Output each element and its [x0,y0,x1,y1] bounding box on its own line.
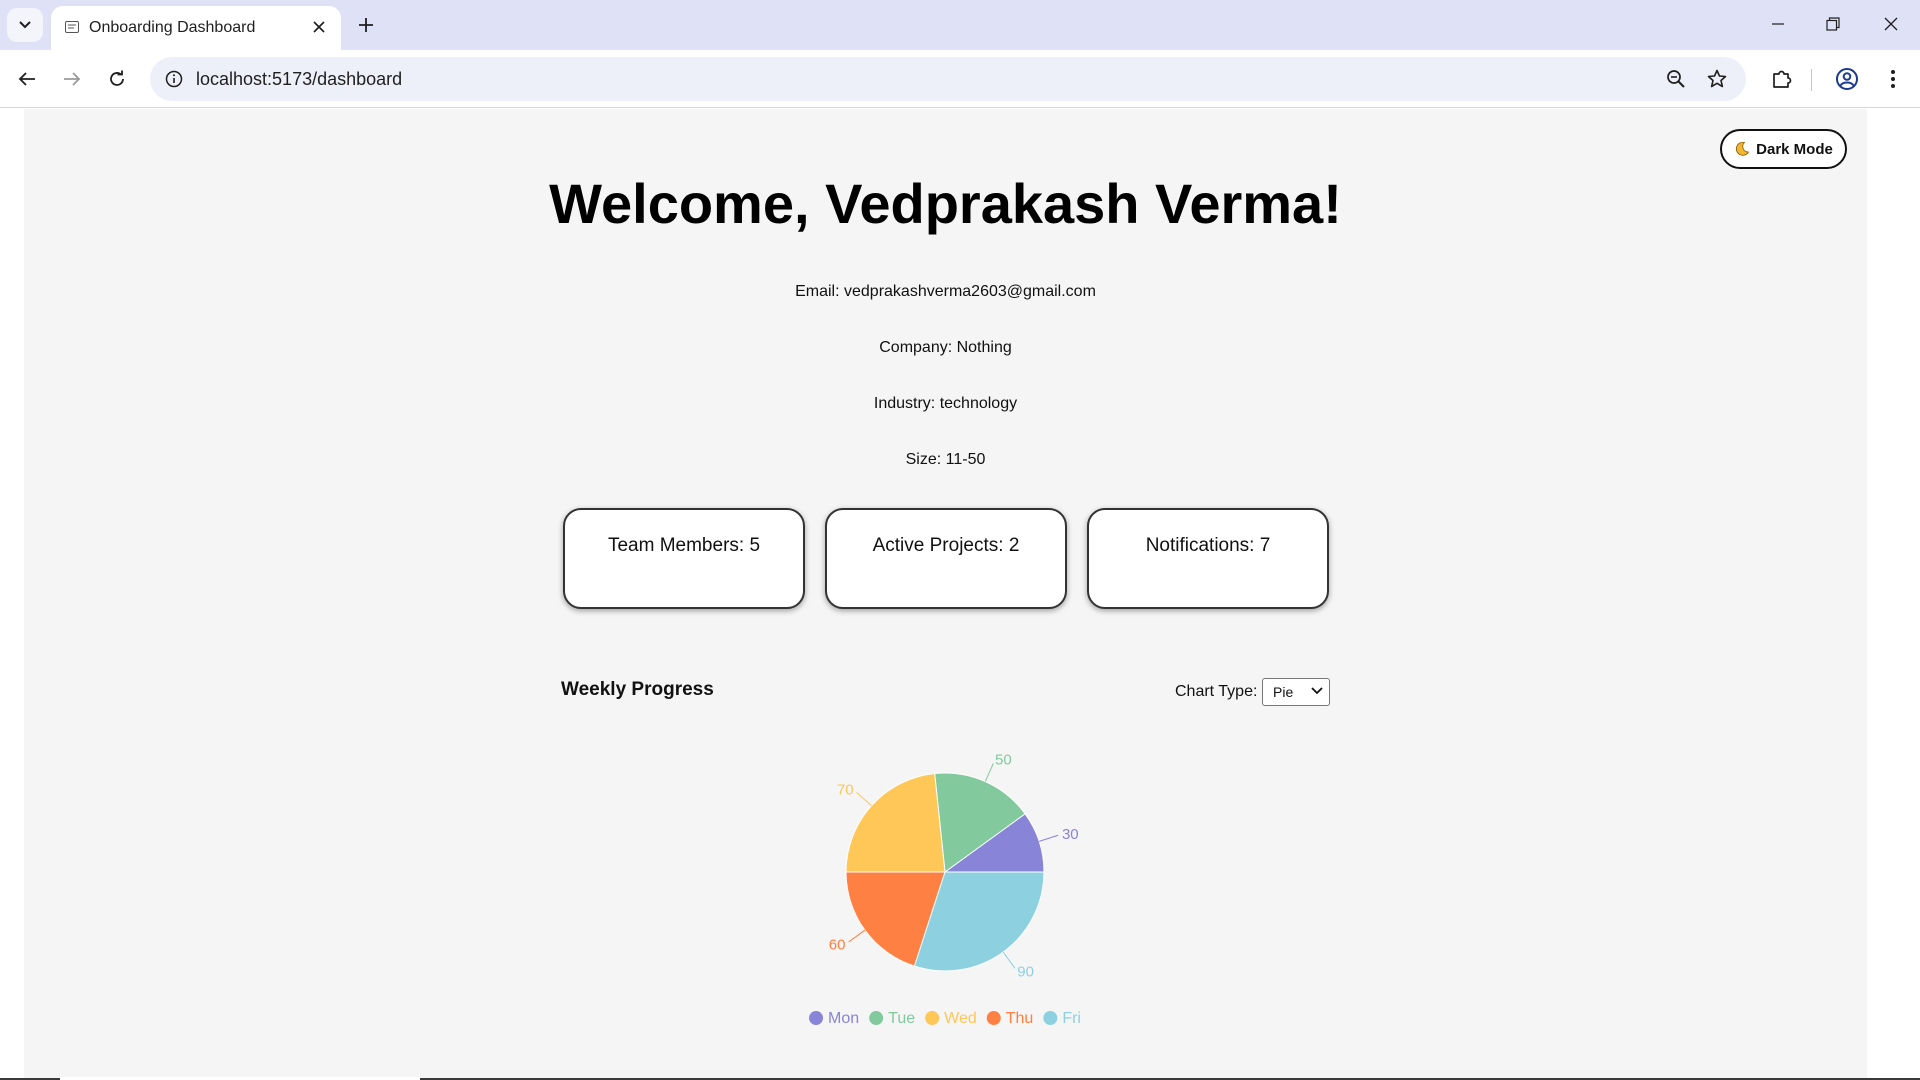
dashboard-container: Dark Mode Welcome, Vedprakash Verma! Ema… [24,109,1867,1080]
zoom-button[interactable] [1662,65,1690,93]
tab-search-button[interactable] [7,8,43,42]
arrow-right-icon [64,72,81,86]
notifications-card: Notifications: 7 [1087,508,1329,609]
legend-label: Fri [1062,1010,1081,1027]
company-text: Company: Nothing [879,339,1012,356]
tab-title: Onboarding Dashboard [89,19,256,36]
chart-type-select[interactable]: Pie [1262,678,1330,706]
chevron-down-icon [1311,687,1323,695]
url-text[interactable]: localhost:5173/dashboard [196,69,402,90]
bookmark-button[interactable] [1703,65,1731,93]
close-icon [1884,17,1898,31]
close-window-button[interactable] [1871,8,1911,40]
legend-label: Tue [888,1010,915,1027]
account-icon [1836,68,1858,90]
legend-marker [1043,1011,1058,1025]
page-favicon-icon [65,21,79,33]
legend-item-thu[interactable]: Thu [986,1010,1034,1027]
legend-label: Wed [944,1010,977,1027]
minimize-icon [1772,23,1784,25]
pie-label-line [856,792,872,807]
reload-icon [110,70,124,86]
team-members-card: Team Members: 5 [563,508,805,609]
legend-marker [809,1011,824,1025]
legend-item-tue[interactable]: Tue [869,1010,915,1027]
back-button[interactable] [10,62,44,96]
pie-value-label: 90 [1017,964,1034,981]
weekly-progress-title: Weekly Progress [561,679,714,700]
industry-text: Industry: technology [873,395,1018,412]
pie-label-line [848,929,866,943]
toolbar-divider [1811,69,1812,91]
welcome-heading: Welcome, Vedprakash Verma! [549,172,1342,235]
pie-value-label: 60 [829,936,846,953]
pie-slice-wed[interactable] [845,772,946,873]
close-icon [313,21,325,33]
reload-button[interactable] [100,62,134,96]
address-bar[interactable]: localhost:5173/dashboard [150,57,1746,101]
tab-close-button[interactable] [309,17,329,37]
pie-value-label: 30 [1062,826,1079,843]
legend-marker [869,1011,884,1025]
browser-menu-button[interactable] [1876,62,1910,96]
chart-type-selected: Pie [1273,684,1294,700]
browser-tab[interactable]: Onboarding Dashboard [51,6,341,50]
legend-item-wed[interactable]: Wed [925,1010,977,1027]
zoom-out-icon [1667,70,1685,88]
legend-label: Mon [828,1010,859,1027]
legend-marker [925,1011,940,1025]
legend-item-fri[interactable]: Fri [1043,1010,1081,1027]
minimize-button[interactable] [1758,8,1798,40]
team-members-text: Team Members: 5 [607,535,761,556]
arrow-left-icon [18,72,35,86]
legend-marker [986,1011,1001,1025]
plus-icon [359,18,373,32]
chevron-down-icon [19,21,31,29]
puzzle-icon [1773,70,1792,88]
moon-icon [1736,141,1750,156]
active-projects-card: Active Projects: 2 [825,508,1067,609]
pie-label-line [1002,951,1016,969]
site-info-button[interactable] [160,65,188,93]
browser-toolbar: localhost:5173/dashboard [0,50,1920,108]
active-projects-text: Active Projects: 2 [872,535,1020,556]
info-icon [165,70,183,88]
pie-value-label: 70 [837,782,854,799]
profile-button[interactable] [1830,62,1864,96]
dark-mode-label: Dark Mode [1756,140,1833,158]
pie-value-label: 50 [995,752,1012,769]
legend-item-mon[interactable]: Mon [809,1010,859,1027]
more-vertical-icon [1891,70,1895,88]
restore-button[interactable] [1813,8,1853,40]
legend-label: Thu [1006,1010,1034,1027]
dark-mode-toggle-button[interactable]: Dark Mode [1720,129,1847,169]
size-text: Size: 11-50 [905,451,986,468]
notifications-text: Notifications: 7 [1145,535,1271,556]
extensions-button[interactable] [1765,62,1799,96]
page-viewport: Dark Mode Welcome, Vedprakash Verma! Ema… [0,109,1920,1080]
email-text: Email: vedprakashverma2603@gmail.com [795,283,1096,300]
pie-label-line [984,763,994,782]
chart-type-label: Chart Type: [1175,683,1258,700]
new-tab-button[interactable] [352,11,380,39]
restore-icon [1826,17,1840,31]
pie-label-line [1039,834,1059,842]
forward-button[interactable] [55,62,89,96]
browser-tab-bar: Onboarding Dashboard [0,0,1920,50]
star-icon [1707,69,1727,88]
